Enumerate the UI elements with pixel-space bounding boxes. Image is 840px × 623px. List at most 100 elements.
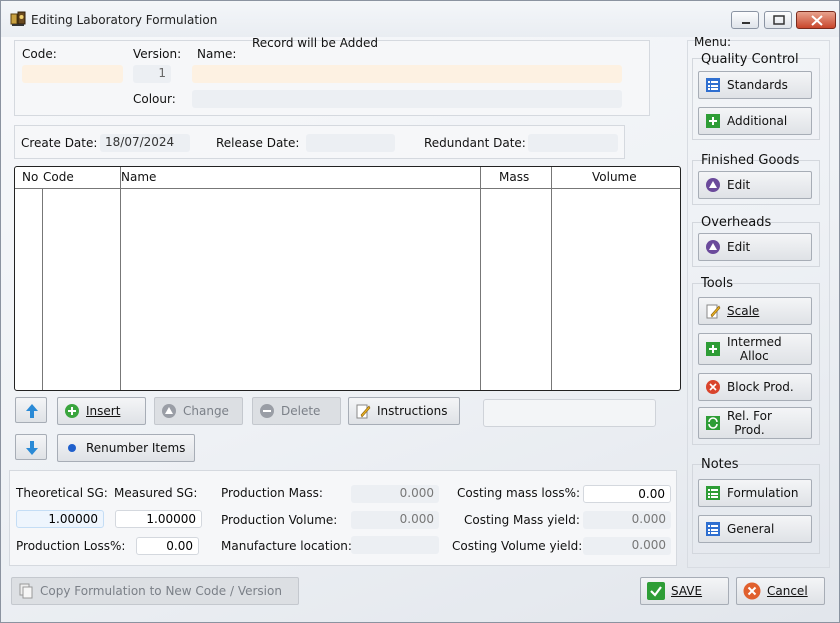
- release-date-label: Release Date:: [216, 136, 300, 150]
- record-status: Record will be Added: [252, 36, 378, 50]
- insert-label: Insert: [86, 404, 121, 418]
- quality-control-title: Quality Control: [701, 52, 799, 67]
- copy-formulation-button[interactable]: Copy Formulation to New Code / Version: [11, 577, 299, 605]
- standards-button[interactable]: Standards: [698, 71, 812, 99]
- plus-icon: [64, 403, 80, 419]
- grid-divider-mass: [551, 167, 552, 390]
- colour-input[interactable]: [192, 90, 622, 108]
- grid-divider-no: [42, 189, 43, 390]
- arrow-up-icon: [26, 404, 38, 418]
- code-label: Code:: [22, 47, 57, 61]
- production-mass-label: Production Mass:: [221, 486, 323, 500]
- arrow-down-icon: [26, 441, 38, 455]
- create-date-label: Create Date:: [21, 136, 98, 150]
- delete-label: Delete: [281, 404, 321, 418]
- grid-divider-name: [480, 167, 481, 390]
- pencil-icon: [705, 303, 721, 319]
- instructions-label: Instructions: [377, 404, 448, 418]
- change-button[interactable]: Change: [154, 397, 243, 425]
- col-mass-header[interactable]: Mass: [499, 170, 529, 184]
- minus-icon: [259, 403, 275, 419]
- version-value: 1: [133, 65, 171, 83]
- cancel-label: Cancel: [767, 584, 808, 598]
- cancel-icon: [743, 582, 761, 600]
- col-volume-header[interactable]: Volume: [592, 170, 637, 184]
- renumber-items-button[interactable]: Renumber Items: [57, 434, 195, 462]
- production-loss-input[interactable]: [136, 537, 199, 555]
- costing-mass-loss-input[interactable]: [583, 485, 671, 503]
- finished-goods-edit-button[interactable]: Edit: [698, 171, 812, 199]
- overheads-title: Overheads: [701, 215, 772, 230]
- refresh-icon: [705, 415, 721, 431]
- minimize-button[interactable]: [731, 11, 759, 29]
- col-code-header[interactable]: Code: [43, 170, 74, 184]
- redundant-date-input[interactable]: [528, 134, 618, 152]
- list-icon: [705, 485, 721, 501]
- copy-icon: [18, 583, 34, 599]
- insert-button[interactable]: Insert: [57, 397, 146, 425]
- close-button[interactable]: [796, 11, 836, 29]
- col-name-header[interactable]: Name: [121, 170, 156, 184]
- production-mass-value: 0.000: [351, 485, 439, 503]
- change-label: Change: [183, 404, 229, 418]
- cancel-button[interactable]: Cancel: [736, 577, 825, 605]
- additional-button[interactable]: Additional: [698, 107, 812, 135]
- menu-title: Menu:: [694, 35, 731, 49]
- measured-sg-input[interactable]: [115, 510, 202, 528]
- triangle-icon: [705, 239, 721, 255]
- delete-button[interactable]: Delete: [252, 397, 341, 425]
- window-title: Editing Laboratory Formulation: [31, 13, 218, 27]
- rel-for-prod-button[interactable]: Rel. For Prod.: [698, 407, 812, 439]
- move-down-button[interactable]: [15, 434, 47, 460]
- check-icon: [647, 582, 665, 600]
- create-date-value: 18/07/2024: [100, 134, 190, 152]
- plus-icon: [705, 341, 721, 357]
- plus-icon: [705, 113, 721, 129]
- rel-for-prod-line2: Prod.: [734, 423, 765, 437]
- costing-mass-yield-label: Costing Mass yield:: [464, 513, 580, 527]
- list-icon: [705, 521, 721, 537]
- intermed-alloc-button[interactable]: Intermed Alloc: [698, 333, 812, 365]
- save-button[interactable]: SAVE: [640, 577, 729, 605]
- block-prod-button[interactable]: Block Prod.: [698, 373, 812, 401]
- pencil-icon: [355, 403, 371, 419]
- items-grid[interactable]: No Code Name Mass Volume: [14, 166, 681, 391]
- production-volume-value: 0.000: [351, 511, 439, 529]
- intermed-alloc-label: Intermed Alloc: [727, 335, 782, 363]
- overheads-edit-button[interactable]: Edit: [698, 233, 812, 261]
- measured-sg-label: Measured SG:: [114, 486, 198, 500]
- costing-volume-yield-value: 0.000: [583, 537, 671, 555]
- finished-goods-edit-label: Edit: [727, 178, 751, 192]
- formulation-window: Editing Laboratory Formulation Code: Ver…: [0, 0, 840, 623]
- notes-title: Notes: [701, 457, 739, 472]
- instructions-button[interactable]: Instructions: [348, 397, 460, 425]
- save-label: SAVE: [671, 584, 703, 598]
- theoretical-sg-input[interactable]: [16, 510, 104, 528]
- costing-mass-yield-value: 0.000: [583, 511, 671, 529]
- stop-icon: [705, 379, 721, 395]
- title-bar: Editing Laboratory Formulation: [1, 1, 839, 37]
- formulation-notes-button[interactable]: Formulation: [698, 479, 812, 507]
- instructions-preview: [483, 399, 656, 427]
- col-no-header[interactable]: No: [22, 170, 38, 184]
- manufacture-location-input[interactable]: [351, 536, 439, 554]
- copy-formulation-label: Copy Formulation to New Code / Version: [40, 584, 282, 598]
- block-prod-label: Block Prod.: [727, 380, 794, 394]
- overheads-edit-label: Edit: [727, 240, 751, 254]
- theoretical-sg-label: Theoretical SG:: [16, 486, 108, 500]
- standards-label: Standards: [727, 78, 788, 92]
- maximize-button[interactable]: [764, 11, 792, 29]
- intermed-alloc-line1: Intermed: [727, 335, 782, 349]
- finished-goods-title: Finished Goods: [701, 153, 800, 168]
- minimize-icon: [742, 22, 750, 24]
- tools-title: Tools: [701, 276, 734, 291]
- general-notes-button[interactable]: General: [698, 515, 812, 543]
- move-up-button[interactable]: [15, 397, 47, 423]
- renumber-label: Renumber Items: [86, 441, 186, 455]
- additional-label: Additional: [727, 114, 788, 128]
- release-date-input[interactable]: [306, 134, 395, 152]
- production-volume-label: Production Volume:: [221, 513, 338, 527]
- scale-button[interactable]: Scale: [698, 297, 812, 325]
- code-input[interactable]: [22, 65, 123, 83]
- name-input[interactable]: [192, 65, 622, 83]
